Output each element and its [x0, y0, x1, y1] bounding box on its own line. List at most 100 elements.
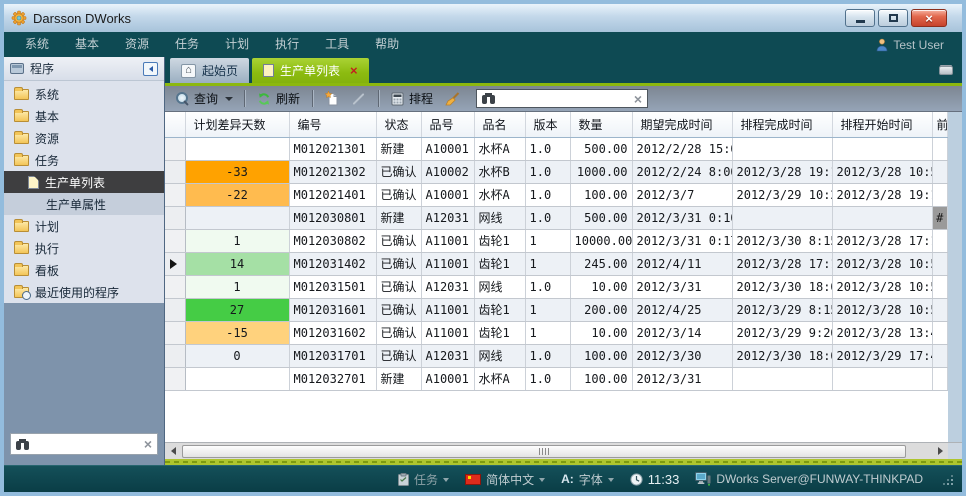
minimize-button[interactable] — [845, 9, 875, 27]
schedule-button[interactable]: 排程 — [387, 88, 437, 109]
menu-item-1[interactable]: 系统 — [12, 32, 62, 57]
table-row[interactable]: 1M012030802已确认A11001齿轮1110000.002012/3/3… — [165, 229, 948, 252]
sidebar-item-8[interactable]: 看板 — [4, 259, 164, 281]
column-header-version[interactable]: 版本 — [525, 112, 570, 137]
sidebar-item-label: 资源 — [35, 130, 59, 147]
menu-item-7[interactable]: 工具 — [312, 32, 362, 57]
query-button[interactable]: 查询 — [172, 88, 222, 109]
table-row[interactable]: M012032701新建A10001水杯A1.0100.002012/3/31 — [165, 367, 948, 390]
scroll-right-button[interactable] — [932, 443, 948, 459]
maximize-button[interactable] — [878, 9, 908, 27]
sidebar-item-3[interactable]: 任务 — [4, 149, 164, 171]
column-header-qty[interactable]: 数量 — [570, 112, 632, 137]
table-row[interactable]: -22M012021401已确认A10001水杯A1.0100.002012/3… — [165, 183, 948, 206]
clear-search-icon[interactable]: × — [144, 437, 152, 451]
clock-icon — [630, 473, 643, 486]
row-selector-cell — [165, 229, 185, 252]
table-row[interactable]: -15M012031602已确认A11001齿轮1110.002012/3/14… — [165, 321, 948, 344]
sidebar-item-label: 生产单列表 — [45, 174, 105, 191]
user-area[interactable]: Test User — [876, 38, 954, 52]
table-row[interactable]: M012021301新建A10001水杯A1.0500.002012/2/28 … — [165, 137, 948, 160]
chevron-down-icon — [443, 478, 449, 485]
new-button[interactable] — [321, 88, 343, 109]
column-header-diff[interactable]: 计划差异天数 — [185, 112, 289, 137]
cell-version: 1.0 — [525, 275, 570, 298]
tab-production-order-list[interactable]: 生产单列表 × — [252, 58, 369, 83]
titlebar: Darsson DWorks × — [4, 4, 962, 32]
cell-expect: 2012/4/11 — [632, 252, 732, 275]
cell-sched_start: 2012/3/28 10:52 — [832, 160, 932, 183]
cell-sched_start: 2012/3/28 17:13 — [832, 229, 932, 252]
table-row[interactable]: 14M012031402已确认A11001齿轮11245.002012/4/11… — [165, 252, 948, 275]
close-button[interactable]: × — [911, 9, 947, 27]
sidebar-search-input[interactable] — [34, 436, 139, 452]
cell-code: M012030801 — [289, 206, 376, 229]
collapse-sidebar-button[interactable] — [143, 62, 158, 76]
sidebar-item-7[interactable]: 执行 — [4, 237, 164, 259]
cell-sched_end — [732, 137, 832, 160]
column-header-partial[interactable]: 前 — [932, 112, 948, 137]
column-header-item_no[interactable]: 品号 — [421, 112, 474, 137]
clear-search-icon[interactable]: × — [634, 92, 642, 106]
toolbar-search-input[interactable] — [500, 91, 629, 107]
menu-item-3[interactable]: 资源 — [112, 32, 162, 57]
menu-item-6[interactable]: 执行 — [262, 32, 312, 57]
cell-expect: 2012/3/14 — [632, 321, 732, 344]
menu-item-4[interactable]: 任务 — [162, 32, 212, 57]
row-selector-cell — [165, 344, 185, 367]
cell-diff: 27 — [185, 298, 289, 321]
tab-home[interactable]: ⌂ 起始页 — [170, 58, 249, 83]
cell-diff: -22 — [185, 183, 289, 206]
column-header-expect[interactable]: 期望完成时间 — [632, 112, 732, 137]
task-menu[interactable]: 任务 — [398, 471, 449, 488]
refresh-icon — [257, 92, 271, 106]
cell-partial — [932, 321, 948, 344]
sidebar-item-6[interactable]: 计划 — [4, 215, 164, 237]
query-dropdown-icon[interactable] — [225, 97, 233, 105]
refresh-button[interactable]: 刷新 — [253, 88, 304, 109]
table-row[interactable]: 0M012031701已确认A12031网线1.0100.002012/3/30… — [165, 344, 948, 367]
column-header-code[interactable]: 编号 — [289, 112, 376, 137]
edit-button[interactable] — [347, 88, 370, 109]
sidebar-item-0[interactable]: 系统 — [4, 83, 164, 105]
toolbar-search: × — [476, 89, 648, 108]
window-list-icon[interactable] — [939, 66, 953, 75]
column-header-status[interactable]: 状态 — [376, 112, 421, 137]
cell-qty: 100.00 — [570, 344, 632, 367]
tab-close-icon[interactable]: × — [350, 64, 358, 77]
table-row[interactable]: M012030801新建A12031网线1.0500.002012/3/31 0… — [165, 206, 948, 229]
table-row[interactable]: 27M012031601已确认A11001齿轮11200.002012/4/25… — [165, 298, 948, 321]
table-row[interactable]: -33M012021302已确认A10002水杯B1.01000.002012/… — [165, 160, 948, 183]
column-header-sched_start[interactable]: 排程开始时间 — [832, 112, 932, 137]
horizontal-scrollbar[interactable] — [165, 442, 948, 459]
sidebar-item-4[interactable]: 生产单列表 — [4, 171, 164, 193]
column-header-item_name[interactable]: 品名 — [474, 112, 525, 137]
resize-grip-icon[interactable] — [941, 473, 954, 486]
sidebar-item-label: 任务 — [35, 152, 59, 169]
sidebar-filler — [4, 303, 164, 433]
cell-status: 已确认 — [376, 160, 421, 183]
menu-item-8[interactable]: 帮助 — [362, 32, 412, 57]
cell-status: 新建 — [376, 367, 421, 390]
scroll-left-button[interactable] — [165, 443, 181, 459]
scrollbar-thumb[interactable] — [182, 445, 906, 458]
folder-clock-icon — [14, 287, 29, 298]
sidebar-item-5[interactable]: 生产单属性 — [4, 193, 164, 215]
row-selector-cell — [165, 252, 185, 275]
clean-button[interactable] — [441, 88, 464, 109]
font-menu[interactable]: A: 字体 — [561, 471, 614, 488]
sidebar-item-2[interactable]: 资源 — [4, 127, 164, 149]
cell-item_name: 网线 — [474, 206, 525, 229]
menu-item-2[interactable]: 基本 — [62, 32, 112, 57]
language-menu[interactable]: 简体中文 — [465, 471, 545, 488]
sidebar-item-label: 看板 — [35, 262, 59, 279]
menu-item-5[interactable]: 计划 — [212, 32, 262, 57]
cell-expect: 2012/3/31 0:10 — [632, 206, 732, 229]
sidebar-item-9[interactable]: 最近使用的程序 — [4, 281, 164, 303]
cell-expect: 2012/2/28 15:00 — [632, 137, 732, 160]
cell-item_name: 水杯A — [474, 367, 525, 390]
table-row[interactable]: 1M012031501已确认A12031网线1.010.002012/3/312… — [165, 275, 948, 298]
binoculars-icon — [482, 93, 495, 104]
column-header-sched_end[interactable]: 排程完成时间 — [732, 112, 832, 137]
sidebar-item-1[interactable]: 基本 — [4, 105, 164, 127]
